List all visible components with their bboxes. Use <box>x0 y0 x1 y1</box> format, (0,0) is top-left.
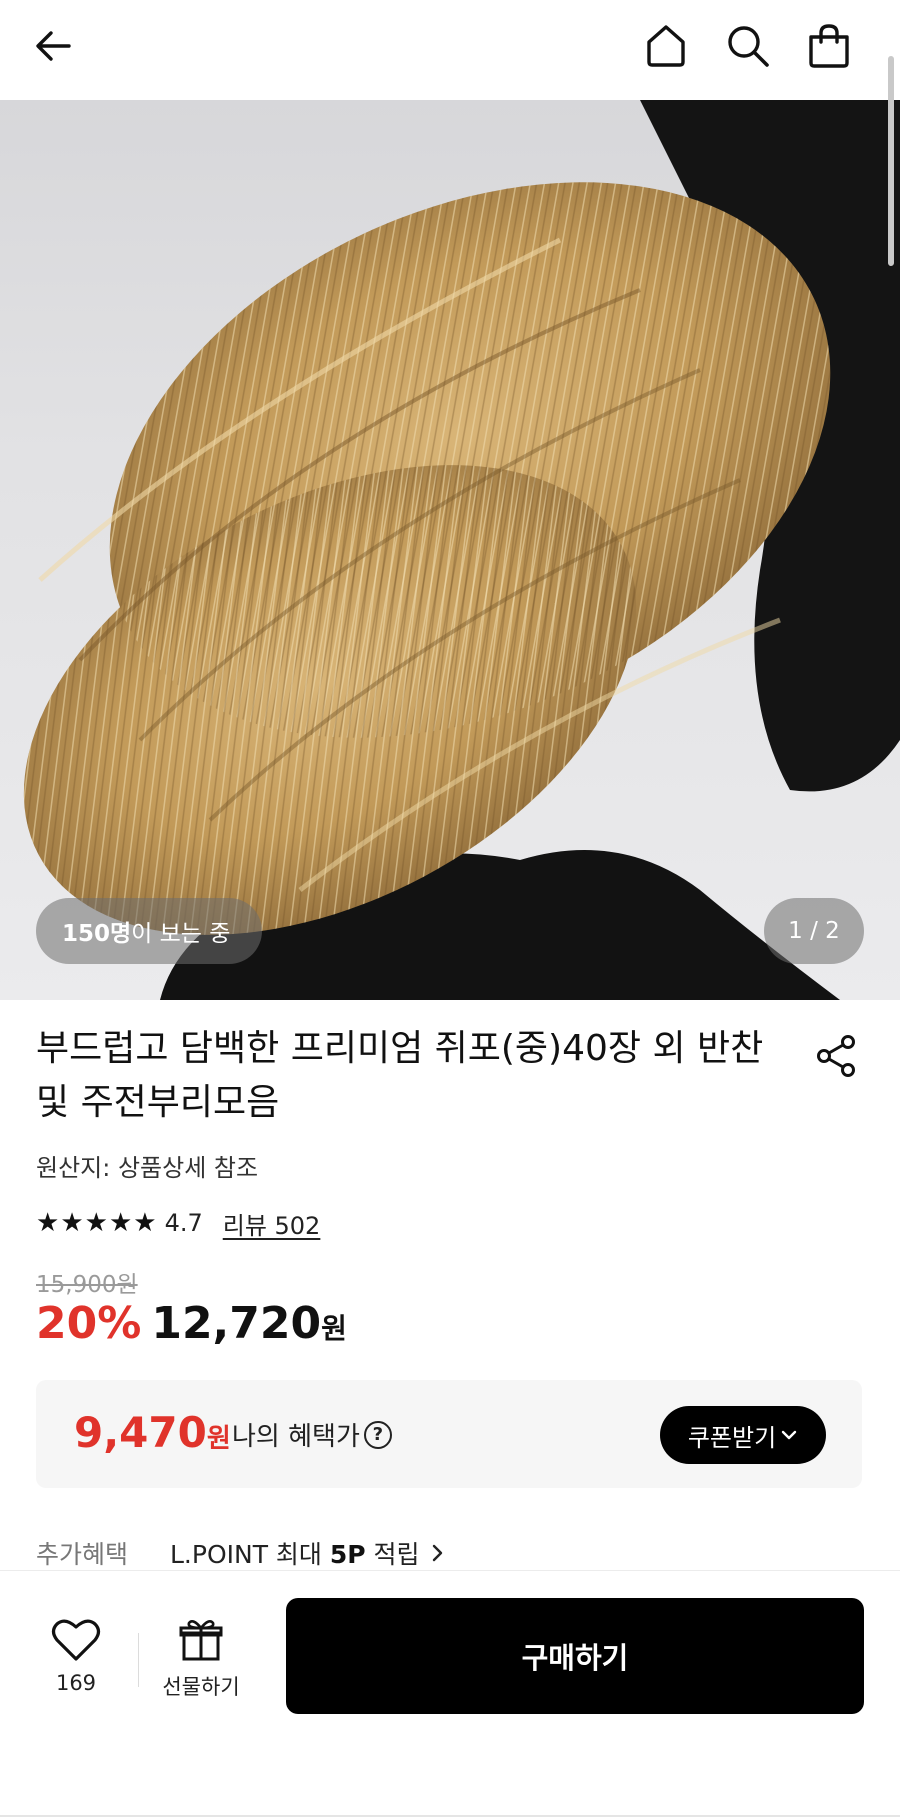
viewers-count: 150명 <box>62 921 132 947</box>
search-button[interactable] <box>720 18 776 74</box>
gift-button[interactable]: 선물하기 <box>158 1617 244 1701</box>
cart-button[interactable] <box>801 18 857 74</box>
search-icon <box>728 26 769 67</box>
gift-icon <box>179 1620 223 1661</box>
extra-benefit-text: L.POINT 최대 5P 적립 <box>170 1535 420 1571</box>
sale-price-unit: 원 <box>321 1312 347 1345</box>
star-icon: ★ <box>60 1208 84 1238</box>
divider <box>138 1633 139 1687</box>
product-image <box>23 100 900 1000</box>
gift-label: 선물하기 <box>162 1675 240 1699</box>
back-button[interactable] <box>25 18 81 74</box>
share-button[interactable] <box>812 1032 860 1080</box>
top-bar <box>0 0 900 100</box>
product-title: 부드럽고 담백한 프리미엄 쥐포(중)40장 외 반찬 및 주전부리모음 <box>36 1028 764 1123</box>
price-row: 20% 12,720 원 <box>36 1298 347 1349</box>
bottom-action-bar: 169 선물하기 구매하기 <box>0 1570 900 1817</box>
rating-stars: ★ ★ ★ ★ ★ <box>36 1210 157 1236</box>
viewers-badge: 150명 이 보는 중 <box>36 898 263 964</box>
heart-icon <box>51 1619 101 1661</box>
chevron-right-icon <box>432 1544 442 1562</box>
benefit-price-value: 9,470 <box>74 1408 207 1457</box>
help-icon[interactable]: ? <box>363 1420 392 1449</box>
review-link[interactable]: 리뷰 502 <box>223 1206 321 1241</box>
rating-value: 4.7 <box>164 1209 203 1237</box>
original-price: 15,900원 <box>36 1272 138 1298</box>
star-icon: ★ <box>133 1208 157 1238</box>
benefit-price-unit: 원 <box>206 1424 231 1454</box>
share-icon <box>817 1035 855 1077</box>
benefit-price: 9,470 원 <box>74 1408 231 1457</box>
viewers-suffix: 이 보는 중 <box>131 921 231 947</box>
image-page-indicator: 1 / 2 <box>764 898 864 964</box>
benefit-label-row: 나의 혜택가 ? <box>232 1416 392 1453</box>
star-icon: ★ <box>108 1208 133 1238</box>
sale-price: 12,720 <box>151 1298 322 1349</box>
extra-benefit-points: 5P <box>329 1540 366 1569</box>
buy-button[interactable]: 구매하기 <box>286 1598 864 1714</box>
extra-benefit-prefix: L.POINT 최대 <box>170 1540 330 1569</box>
home-icon <box>647 25 685 67</box>
extra-benefit-suffix: 적립 <box>365 1540 420 1569</box>
product-image-gallery[interactable]: 150명 이 보는 중 1 / 2 <box>0 100 900 1000</box>
scrollbar[interactable] <box>888 56 894 266</box>
star-icon: ★ <box>84 1208 108 1238</box>
coupon-button[interactable]: 쿠폰받기 <box>660 1406 826 1464</box>
chevron-down-icon <box>781 1430 797 1440</box>
like-button[interactable]: 169 <box>44 1617 108 1695</box>
discount-rate: 20% <box>36 1298 142 1349</box>
extra-benefit-label: 추가혜택 <box>36 1540 129 1569</box>
origin-info: 원산지: 상품상세 참조 <box>36 1154 259 1182</box>
extra-benefit-row[interactable]: 추가혜택 L.POINT 최대 5P 적립 <box>36 1535 448 1571</box>
shopping-bag-icon <box>809 24 849 68</box>
coupon-button-label: 쿠폰받기 <box>687 1423 777 1452</box>
benefit-price-box: 9,470 원 나의 혜택가 ? 쿠폰받기 <box>36 1380 862 1488</box>
rating-row: ★ ★ ★ ★ ★ 4.7 리뷰 502 <box>36 1205 320 1241</box>
star-icon: ★ <box>36 1208 60 1238</box>
arrow-left-icon <box>36 31 71 61</box>
home-button[interactable] <box>638 18 694 74</box>
like-count: 169 <box>55 1671 97 1695</box>
benefit-label: 나의 혜택가 <box>232 1422 360 1452</box>
